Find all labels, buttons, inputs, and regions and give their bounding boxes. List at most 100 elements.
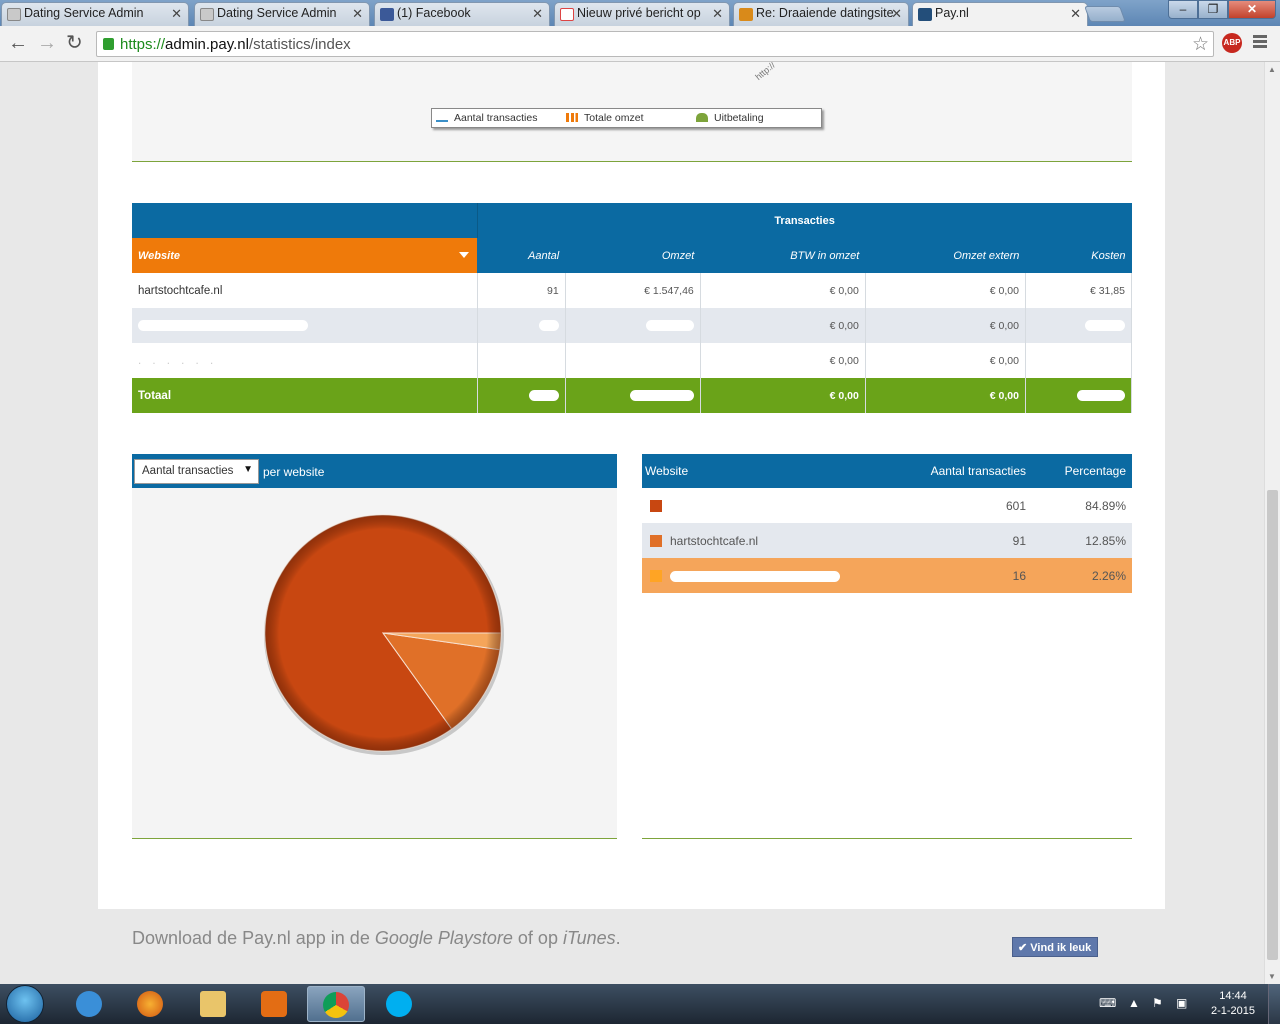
clock-time: 14:44: [1219, 990, 1247, 1002]
column-header-btw[interactable]: BTW in omzet: [700, 238, 866, 273]
close-tab-icon[interactable]: ✕: [1070, 6, 1081, 22]
scrollbar-thumb[interactable]: [1267, 490, 1278, 960]
itunes-link[interactable]: iTunes: [563, 928, 616, 948]
total-row: Totaal € 0,00 € 0,00: [132, 378, 1133, 413]
ie-icon: [76, 991, 102, 1017]
redaction-mark: [645, 320, 694, 332]
column-header-kosten[interactable]: Kosten: [1025, 238, 1132, 273]
clock-date: 2-1-2015: [1210, 1005, 1256, 1017]
scroll-up-icon[interactable]: ▲: [1268, 65, 1276, 74]
legend-item-revenue[interactable]: Totale omzet: [566, 112, 644, 124]
list-item[interactable]: 16 2.26%: [642, 558, 1132, 593]
total-label: Totaal: [132, 378, 478, 413]
taskbar-ie[interactable]: [60, 986, 118, 1022]
chrome-icon: [323, 992, 349, 1018]
list-item[interactable]: 601 84.89%: [642, 488, 1132, 523]
close-tab-icon[interactable]: ✕: [891, 6, 902, 22]
tab-paynl[interactable]: Pay.nl ✕: [912, 2, 1088, 26]
chart-legend: Aantal transacties Totale omzet Uitbetal…: [431, 108, 822, 128]
network-icon[interactable]: ▣: [1176, 996, 1187, 1010]
back-arrow-icon[interactable]: ←: [8, 32, 28, 54]
start-button[interactable]: [6, 985, 44, 1023]
media-player-icon: [261, 991, 287, 1017]
browser-menu-icon[interactable]: [1253, 35, 1267, 50]
website-column-header[interactable]: Website: [132, 238, 478, 273]
table-row[interactable]: hartstochtcafe.nl 91 € 1.547,46 € 0,00 €…: [132, 273, 1133, 308]
forum-icon: [739, 8, 753, 21]
forward-arrow-icon[interactable]: →: [37, 32, 57, 54]
like-label: Vind ik leuk: [1030, 942, 1092, 954]
taskbar-firefox[interactable]: [121, 986, 179, 1022]
new-tab-button[interactable]: [1084, 6, 1126, 22]
taskbar-skype[interactable]: [370, 986, 428, 1022]
column-header-omzet[interactable]: Omzet: [565, 238, 701, 273]
action-center-flag-icon[interactable]: ⚑: [1152, 996, 1163, 1010]
close-window-button[interactable]: ✕: [1228, 0, 1276, 19]
facebook-like-button[interactable]: ✔ Vind ik leuk: [1012, 937, 1098, 957]
share-count: 601: [1005, 498, 1026, 513]
tab-gmail[interactable]: Nieuw privé bericht op ✕: [554, 2, 730, 26]
cell-btw: € 0,00: [700, 343, 866, 378]
legend-item-payout[interactable]: Uitbetaling: [696, 112, 764, 124]
tab-dating-admin-1[interactable]: Dating Service Admin ✕: [1, 2, 189, 26]
close-tab-icon[interactable]: ✕: [532, 6, 543, 22]
pie-chart: [264, 514, 504, 755]
taskbar-clock[interactable]: 14:44 2-1-2015: [1203, 989, 1263, 1019]
adblock-icon[interactable]: ABP: [1222, 33, 1242, 53]
taskbar-chrome[interactable]: [307, 986, 365, 1022]
website-header-label: Website: [138, 249, 180, 262]
restore-button[interactable]: ❐: [1198, 0, 1228, 19]
redaction-mark: [670, 570, 840, 582]
cell-omzet: € 1.547,46: [565, 273, 701, 308]
address-bar[interactable]: https://admin.pay.nl/statistics/index ☆: [96, 31, 1214, 57]
playstore-link[interactable]: Google Playstore: [375, 928, 513, 948]
tab-forum[interactable]: Re: Draaiende datingsite ✕: [733, 2, 909, 26]
folder-icon: [200, 991, 226, 1017]
close-tab-icon[interactable]: ✕: [171, 6, 182, 22]
share-site-cell: [642, 558, 874, 593]
scroll-down-icon[interactable]: ▼: [1268, 972, 1276, 981]
close-tab-icon[interactable]: ✕: [352, 6, 363, 22]
share-site-cell: [642, 488, 874, 523]
table-row[interactable]: € 0,00 € 0,00: [132, 308, 1133, 343]
redaction-mark: [138, 319, 308, 331]
per-website-label: per website: [263, 465, 325, 479]
show-desktop-button[interactable]: [1268, 984, 1280, 1024]
tab-facebook[interactable]: (1) Facebook ✕: [374, 2, 550, 26]
share-site-cell: hartstochtcafe.nl: [642, 523, 874, 558]
share-pct: 84.89%: [1085, 498, 1126, 513]
total-btw: € 0,00: [700, 378, 866, 413]
reload-icon[interactable]: ↻: [66, 32, 83, 54]
app-download-text: Download de Pay.nl app in de Google Play…: [132, 928, 621, 949]
url-host: admin.pay.nl: [165, 36, 249, 53]
bar-icon: [566, 113, 578, 122]
cell-kosten: € 31,85: [1025, 273, 1133, 308]
page-scrollbar[interactable]: ▲ ▼: [1264, 62, 1280, 984]
legend-item-transactions[interactable]: Aantal transacties: [436, 112, 537, 124]
window-controls: – ❐ ✕: [1168, 0, 1276, 20]
minimize-button[interactable]: –: [1168, 0, 1198, 19]
column-header-extern[interactable]: Omzet extern: [865, 238, 1026, 273]
cell-kosten: [1025, 343, 1133, 378]
taskbar-media[interactable]: [245, 986, 303, 1022]
metric-select[interactable]: Aantal transacties ▼: [134, 459, 259, 484]
cell-omzet-redacted: [565, 308, 701, 343]
cell-site-redacted: . . . . . .: [132, 343, 478, 378]
taskbar-explorer[interactable]: [184, 986, 242, 1022]
legend-label: Uitbetaling: [714, 112, 764, 124]
column-header-aantal[interactable]: Aantal: [477, 238, 566, 273]
close-tab-icon[interactable]: ✕: [712, 6, 723, 22]
list-item[interactable]: hartstochtcafe.nl 91 12.85%: [642, 523, 1132, 558]
facebook-icon: [380, 8, 394, 21]
bookmark-star-icon[interactable]: ☆: [1192, 33, 1209, 56]
cell-aantal: 91: [477, 273, 566, 308]
area-icon: [696, 113, 708, 122]
show-hidden-icons[interactable]: ▲: [1128, 996, 1140, 1010]
tab-dating-admin-2[interactable]: Dating Service Admin ✕: [194, 2, 370, 26]
keyboard-icon[interactable]: ⌨: [1099, 996, 1116, 1010]
table-row[interactable]: . . . . . . € 0,00 € 0,00: [132, 343, 1133, 378]
cell-btw: € 0,00: [700, 308, 866, 343]
cell-btw: € 0,00: [700, 273, 866, 308]
chevron-down-icon: [459, 252, 470, 258]
cell-site: hartstochtcafe.nl: [132, 273, 478, 308]
